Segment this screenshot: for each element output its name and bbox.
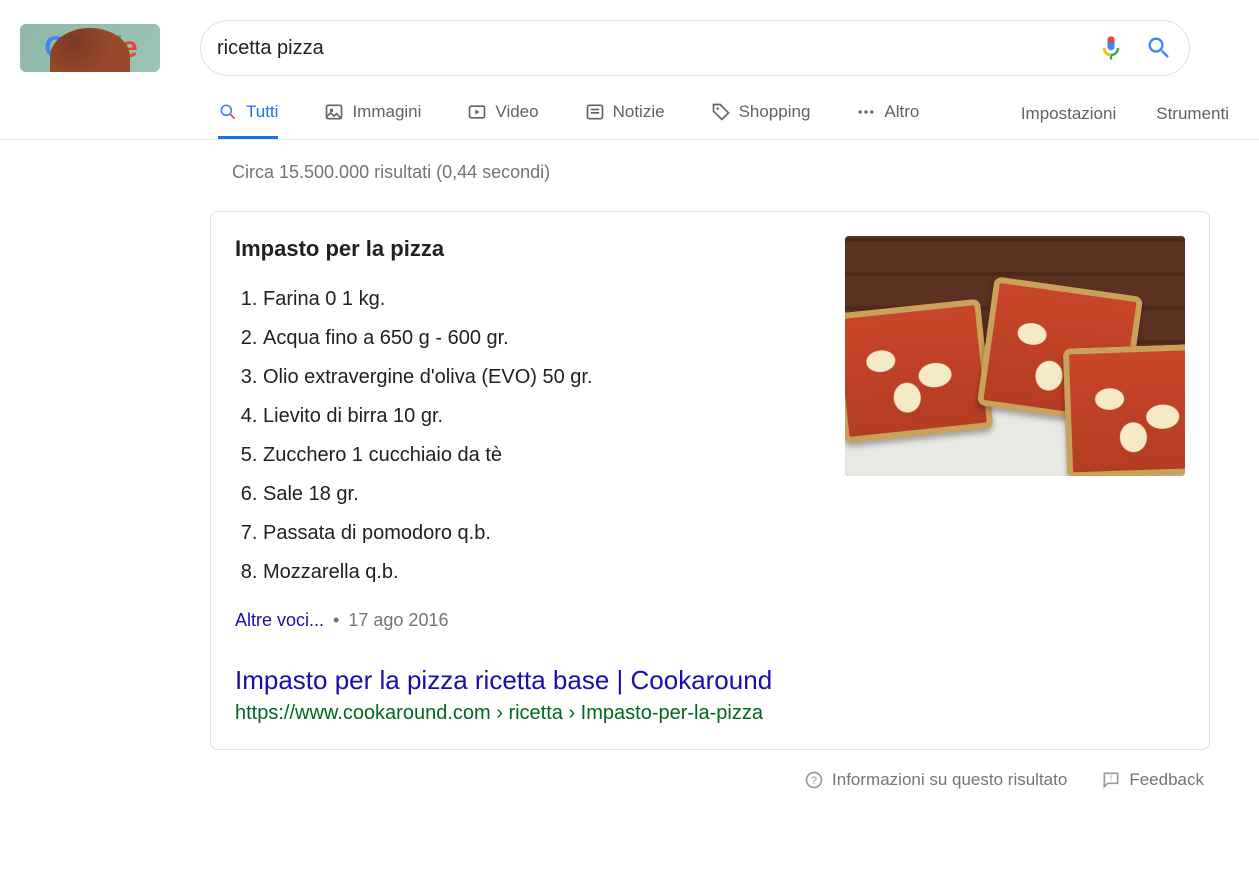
tab-images[interactable]: Immagini bbox=[324, 102, 421, 139]
tab-shopping[interactable]: Shopping bbox=[711, 102, 811, 139]
result-stats: Circa 15.500.000 risultati (0,44 secondi… bbox=[232, 162, 1259, 183]
featured-snippet: Impasto per la pizza Farina 0 1 kg. Acqu… bbox=[210, 211, 1210, 750]
feedback-icon: ! bbox=[1101, 770, 1121, 790]
tag-icon bbox=[711, 102, 731, 122]
search-icon[interactable] bbox=[1145, 34, 1173, 62]
tab-more-label: Altro bbox=[884, 102, 919, 122]
list-item: Mozzarella q.b. bbox=[263, 553, 825, 592]
tab-more[interactable]: Altro bbox=[856, 102, 919, 139]
list-item: Olio extravergine d'oliva (EVO) 50 gr. bbox=[263, 358, 825, 397]
result-title-link[interactable]: Impasto per la pizza ricetta base | Cook… bbox=[235, 665, 772, 695]
svg-text:!: ! bbox=[1110, 773, 1112, 783]
snippet-thumbnail[interactable] bbox=[845, 236, 1185, 476]
snippet-footer: ? Informazioni su questo risultato ! Fee… bbox=[210, 760, 1210, 800]
list-item: Lievito di birra 10 gr. bbox=[263, 397, 825, 436]
tab-images-label: Immagini bbox=[352, 102, 421, 122]
tab-all[interactable]: Tutti bbox=[218, 102, 278, 139]
tab-shopping-label: Shopping bbox=[739, 102, 811, 122]
list-item: Acqua fino a 650 g - 600 gr. bbox=[263, 319, 825, 358]
list-item: Sale 18 gr. bbox=[263, 475, 825, 514]
tab-news[interactable]: Notizie bbox=[585, 102, 665, 139]
snippet-list: Farina 0 1 kg. Acqua fino a 650 g - 600 … bbox=[263, 280, 825, 592]
google-logo[interactable]: Google bbox=[20, 24, 160, 72]
snippet-title: Impasto per la pizza bbox=[235, 236, 825, 262]
snippet-date: 17 ago 2016 bbox=[348, 610, 448, 630]
video-icon bbox=[467, 102, 487, 122]
settings-link[interactable]: Impostazioni bbox=[1021, 104, 1116, 138]
tab-all-label: Tutti bbox=[246, 102, 278, 122]
microphone-icon[interactable] bbox=[1097, 34, 1125, 62]
list-item: Zucchero 1 cucchiaio da tè bbox=[263, 436, 825, 475]
search-input[interactable] bbox=[217, 37, 1097, 60]
tools-link[interactable]: Strumenti bbox=[1156, 104, 1229, 138]
about-result-label: Informazioni su questo risultato bbox=[832, 770, 1067, 790]
tab-videos[interactable]: Video bbox=[467, 102, 538, 139]
news-icon bbox=[585, 102, 605, 122]
tab-videos-label: Video bbox=[495, 102, 538, 122]
image-icon bbox=[324, 102, 344, 122]
search-tabs: Tutti Immagini Video Notizie Shopping Al… bbox=[218, 102, 1259, 139]
list-item: Farina 0 1 kg. bbox=[263, 280, 825, 319]
more-items-link[interactable]: Altre voci... bbox=[235, 610, 324, 630]
search-small-icon bbox=[218, 102, 238, 122]
svg-text:?: ? bbox=[811, 775, 817, 787]
separator-dot: • bbox=[333, 610, 339, 630]
list-item: Passata di pomodoro q.b. bbox=[263, 514, 825, 553]
feedback-label: Feedback bbox=[1129, 770, 1204, 790]
search-box[interactable] bbox=[200, 20, 1190, 76]
more-icon bbox=[856, 102, 876, 122]
tab-news-label: Notizie bbox=[613, 102, 665, 122]
about-result-link[interactable]: ? Informazioni su questo risultato bbox=[804, 770, 1067, 790]
help-icon: ? bbox=[804, 770, 824, 790]
result-url[interactable]: https://www.cookaround.com › ricetta › I… bbox=[235, 702, 825, 725]
feedback-link[interactable]: ! Feedback bbox=[1101, 770, 1204, 790]
